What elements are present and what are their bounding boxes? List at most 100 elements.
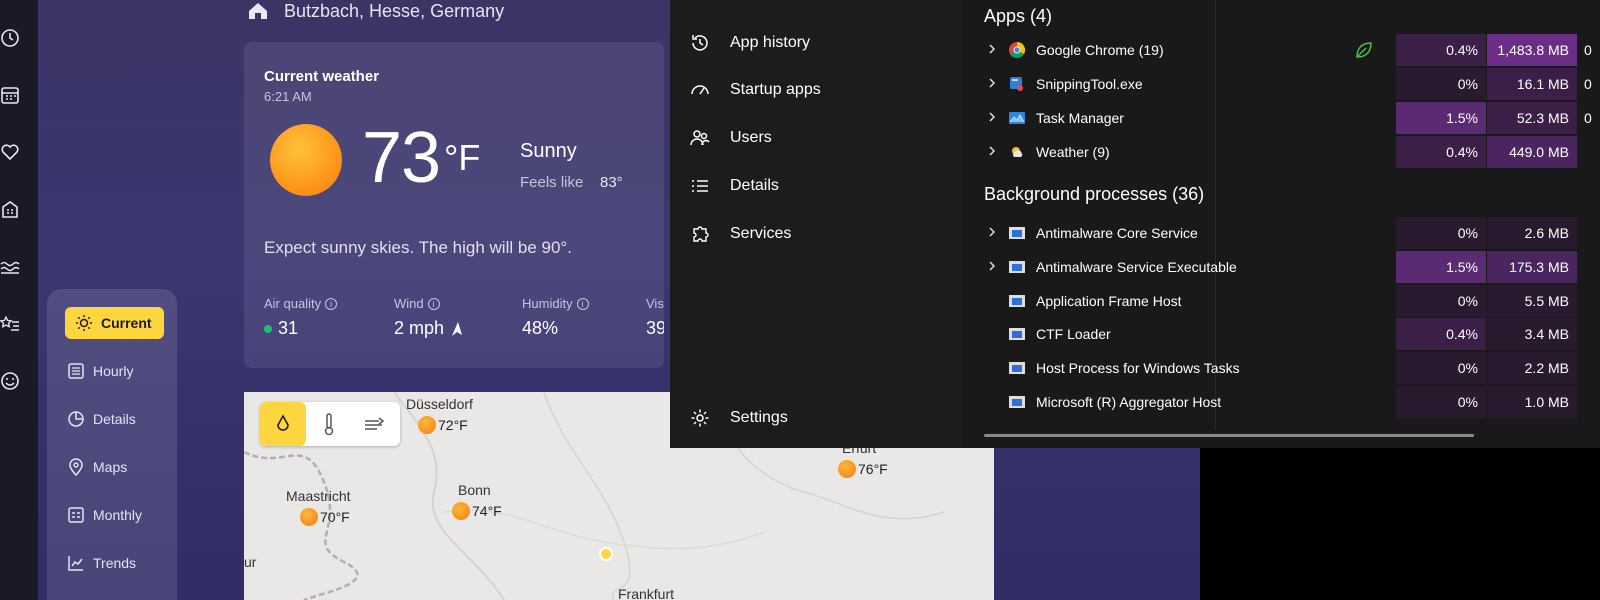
nav-details[interactable]: Details	[690, 171, 779, 201]
calendar-icon[interactable]	[0, 85, 20, 105]
wind-icon	[365, 417, 385, 430]
temperature-icon	[324, 413, 334, 436]
process-row[interactable]: Weather (9) 0.4% 449.0 MB	[962, 136, 1600, 168]
app-icon-rail	[0, 0, 38, 600]
weather-side-nav: Current Hourly Details Maps Monthly Tren…	[47, 289, 177, 600]
memory-cell: 16.1 MB	[1487, 68, 1577, 100]
temperature-layer-button[interactable]	[306, 402, 352, 446]
star-list-icon[interactable]	[0, 314, 20, 334]
wind-layer-button[interactable]	[352, 402, 398, 446]
waves-icon[interactable]	[0, 257, 20, 277]
current-weather-card: Current weather 6:21 AM 73 °F Sunny Feel…	[244, 42, 664, 368]
chevron-right-icon[interactable]	[986, 260, 998, 272]
nav-services[interactable]: Services	[690, 219, 791, 249]
process-row[interactable]: Antimalware Service Executable 1.5% 175.…	[962, 251, 1600, 283]
process-row[interactable]: Microsoft (R) Aggregator Host 0% 1.0 MB	[962, 386, 1600, 418]
process-row[interactable]: Application Frame Host 0% 5.5 MB	[962, 285, 1600, 317]
nav-settings[interactable]: Settings	[690, 403, 788, 433]
nav-trends[interactable]: Trends	[67, 547, 136, 579]
service-window-icon	[1009, 295, 1025, 307]
horizontal-scrollbar[interactable]	[984, 434, 1474, 437]
chevron-right-icon[interactable]	[986, 145, 998, 157]
precipitation-layer-button[interactable]	[260, 402, 306, 446]
cpu-cell: 0%	[1396, 352, 1486, 384]
city-temperature[interactable]: 70°F	[300, 508, 350, 526]
memory-cell: 1,483.8 MB	[1487, 34, 1577, 66]
background-group-title: Background processes (36)	[984, 184, 1205, 204]
cpu-cell: 1.5%	[1396, 102, 1486, 134]
process-row[interactable]: Task Manager 1.5% 52.3 MB 0	[962, 102, 1600, 134]
nav-hourly[interactable]: Hourly	[67, 355, 133, 387]
memory-cell: 2.2 MB	[1487, 352, 1577, 384]
service-window-icon	[1009, 362, 1025, 374]
partly-sunny-icon	[452, 502, 470, 520]
city-temperature[interactable]: 76°F	[838, 460, 888, 478]
task-manager-window: App history Startup apps Users Details S…	[670, 0, 1600, 448]
feels-like-label: Feels like	[520, 174, 584, 191]
info-icon[interactable]: i	[576, 297, 589, 310]
heart-icon[interactable]	[0, 142, 20, 162]
city-label: Düsseldorf	[406, 396, 473, 412]
process-row[interactable]: CTF Loader 0.4% 3.4 MB	[962, 318, 1600, 350]
cpu-cell: 0.4%	[1396, 136, 1486, 168]
gear-icon	[691, 409, 709, 427]
memory-cell: 449.0 MB	[1487, 136, 1577, 168]
memory-cell: 5.5 MB	[1487, 285, 1577, 317]
service-window-icon	[1009, 227, 1025, 239]
map-pin-icon	[69, 458, 83, 476]
sun-icon	[418, 416, 436, 434]
nav-startup-apps[interactable]: Startup apps	[690, 75, 821, 105]
nav-details[interactable]: Details	[67, 403, 136, 435]
memory-cell: 3.4 MB	[1487, 318, 1577, 350]
nav-current[interactable]: Current	[65, 307, 164, 339]
apps-group-title: Apps (4)	[984, 6, 1053, 26]
chrome-icon	[1009, 41, 1026, 59]
home-icon[interactable]	[246, 1, 270, 21]
nav-users[interactable]: Users	[690, 123, 772, 153]
task-manager-nav: App history Startup apps Users Details S…	[670, 0, 962, 448]
observation-time: 6:21 AM	[264, 89, 312, 104]
memory-cell: 175.3 MB	[1487, 251, 1577, 283]
chevron-right-icon[interactable]	[986, 43, 998, 55]
memory-cell: 1.0 MB	[1487, 386, 1577, 418]
wind-metric[interactable]: Wind i 2 mph	[394, 296, 464, 339]
pie-icon	[68, 411, 84, 427]
city-temperature[interactable]: 72°F	[418, 416, 468, 434]
process-row[interactable]: SnippingTool.exe 0% 16.1 MB 0	[962, 68, 1600, 100]
memory-cell: 52.3 MB	[1487, 102, 1577, 134]
nav-monthly[interactable]: Monthly	[67, 499, 142, 531]
cpu-cell: 0%	[1396, 386, 1486, 418]
hourly-icon	[68, 363, 84, 379]
nav-app-history[interactable]: App history	[690, 28, 810, 58]
temperature-unit[interactable]: °F	[444, 137, 480, 179]
calendar-icon	[68, 507, 84, 523]
info-icon[interactable]: i	[325, 297, 338, 310]
disk-cell: 0	[1584, 76, 1592, 92]
process-row[interactable]: Google Chrome (19) 0.4% 1,483.8 MB 0	[962, 34, 1600, 66]
service-window-icon	[1009, 328, 1025, 340]
disk-cell: 0	[1584, 110, 1592, 126]
chevron-right-icon[interactable]	[986, 226, 998, 238]
nav-maps[interactable]: Maps	[67, 451, 127, 483]
process-row[interactable]: Antimalware Core Service 0% 2.6 MB	[962, 217, 1600, 249]
visibility-metric[interactable]: Visi 39	[646, 296, 664, 339]
smiley-icon[interactable]	[0, 371, 20, 391]
snipping-icon	[1010, 77, 1023, 91]
efficiency-leaf-icon	[1356, 42, 1372, 58]
chevron-right-icon[interactable]	[986, 77, 998, 89]
city-temperature[interactable]: 74°F	[452, 502, 502, 520]
city-label: Frankfurt	[618, 586, 675, 600]
humidity-metric[interactable]: Humidity i 48%	[522, 296, 589, 339]
clock-icon[interactable]	[0, 28, 20, 48]
info-icon[interactable]: i	[427, 297, 440, 310]
process-row[interactable]: Host Process for Windows Tasks 0% 2.2 MB	[962, 352, 1600, 384]
city-label: ur	[244, 554, 257, 570]
building-icon[interactable]	[0, 199, 20, 219]
sun-icon	[76, 315, 92, 331]
chevron-right-icon[interactable]	[986, 111, 998, 123]
list-icon	[692, 180, 708, 192]
air-quality-metric[interactable]: Air quality i 31	[264, 296, 338, 339]
service-window-icon	[1009, 396, 1025, 408]
cpu-cell: 1.5%	[1396, 251, 1486, 283]
location-name[interactable]: Butzbach, Hesse, Germany	[284, 1, 504, 22]
